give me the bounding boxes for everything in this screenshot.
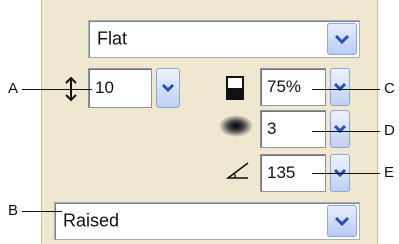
chevron-down-icon: [334, 34, 350, 45]
angle-value: 135: [267, 163, 296, 182]
opacity-dropdown-button[interactable]: [330, 68, 350, 106]
style-dropdown[interactable]: Flat: [88, 20, 360, 58]
callout-a: A: [8, 80, 19, 97]
chevron-down-icon: [334, 82, 346, 92]
bevel-dropdown-value: Raised: [63, 210, 120, 231]
opacity-input[interactable]: 75%: [260, 68, 326, 106]
callout-d: D: [384, 122, 395, 139]
softness-value: 3: [267, 119, 277, 138]
callout-e: E: [384, 164, 395, 181]
height-dropdown-button[interactable]: [156, 68, 180, 108]
softness-dropdown-button[interactable]: [330, 110, 350, 148]
chevron-down-icon: [161, 83, 175, 93]
softness-icon: [218, 114, 254, 138]
callout-e-line: [312, 173, 380, 174]
bevel-dropdown[interactable]: Raised: [54, 202, 360, 240]
opacity-value: 75%: [267, 77, 302, 96]
callout-b: B: [8, 202, 19, 219]
callout-d-line: [312, 131, 380, 132]
softness-input[interactable]: 3: [260, 110, 326, 148]
callout-c: C: [384, 80, 395, 97]
callout-a-line: [22, 89, 92, 90]
callout-c-line: [312, 89, 380, 90]
angle-icon: [225, 160, 250, 180]
chevron-down-icon: [334, 124, 346, 134]
style-dropdown-button[interactable]: [327, 23, 357, 55]
bevel-dropdown-button[interactable]: [327, 205, 357, 237]
opacity-icon: [226, 76, 244, 100]
chevron-down-icon: [334, 216, 350, 227]
height-input[interactable]: 10: [88, 68, 152, 108]
callout-b-line: [22, 211, 62, 212]
height-value: 10: [95, 78, 114, 97]
style-dropdown-value: Flat: [97, 28, 128, 49]
